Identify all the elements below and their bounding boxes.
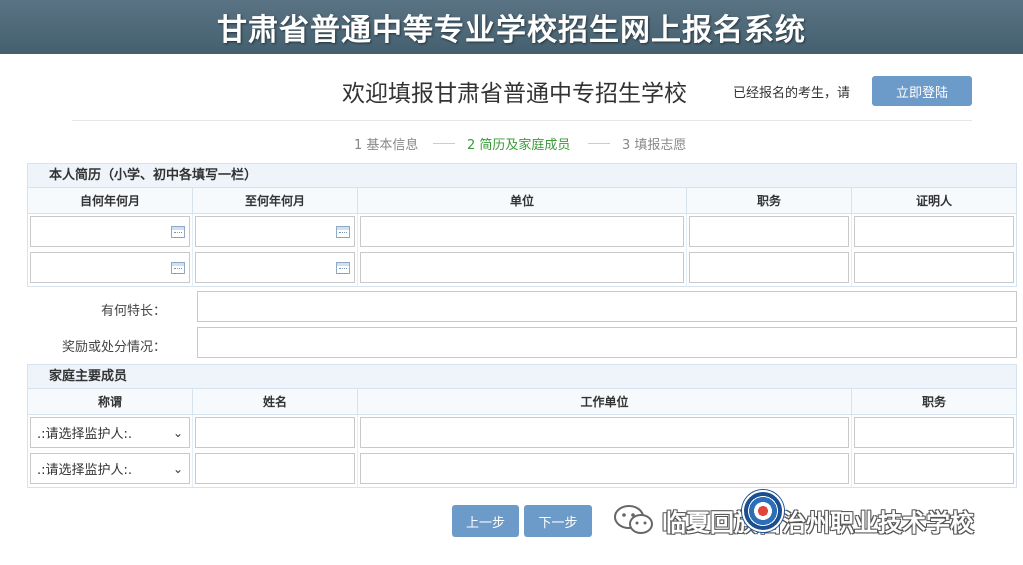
system-title: 甘肃省普通中等专业学校招生网上报名系统 <box>217 13 806 48</box>
to-date-input[interactable] <box>195 216 355 247</box>
awards-label: 奖励或处分情况： <box>61 340 166 355</box>
witness-input[interactable] <box>854 252 1014 283</box>
witness-input[interactable] <box>854 216 1014 247</box>
prev-step-button[interactable]: 上一步 <box>452 505 519 537</box>
relation-select-value: .:请选择监护人:. <box>37 463 133 478</box>
col-relation: 称谓 <box>28 389 193 414</box>
login-button[interactable]: 立即登陆 <box>872 76 972 106</box>
wechat-icon <box>612 503 656 537</box>
col-from-date: 自何年何月 <box>28 188 193 213</box>
family-header-row: 称谓 姓名 工作单位 职务 <box>28 389 1016 415</box>
col-witness: 证明人 <box>915 194 952 208</box>
position-input[interactable] <box>689 216 849 247</box>
position-input[interactable] <box>689 252 849 283</box>
calendar-icon[interactable] <box>171 226 185 238</box>
resume-header-row: 自何年何月 至何年何月 单位 职务 证明人 <box>28 188 1016 214</box>
family-position-input[interactable] <box>854 453 1014 484</box>
resume-row <box>28 250 1016 286</box>
specialty-input[interactable] <box>197 291 1017 322</box>
step-resume-family: 2 简历及家庭成员 <box>467 138 571 153</box>
specialty-label: 有何特长： <box>100 304 166 319</box>
step-separator <box>433 143 455 144</box>
school-seal-icon <box>742 490 784 532</box>
calendar-icon[interactable] <box>171 262 185 274</box>
from-date-input[interactable] <box>30 252 190 283</box>
workplace-input[interactable] <box>360 417 849 448</box>
organization-input[interactable] <box>360 216 684 247</box>
calendar-icon[interactable] <box>336 262 350 274</box>
chevron-down-icon: ⌄ <box>172 462 183 476</box>
organization-input[interactable] <box>360 252 684 283</box>
col-workplace: 工作单位 <box>358 389 852 414</box>
calendar-icon[interactable] <box>336 226 350 238</box>
step-basic-info: 1 基本信息 <box>354 138 419 153</box>
top-banner: 甘肃省普通中等专业学校招生网上报名系统 <box>0 0 1023 54</box>
family-row: .:请选择监护人:. ⌄ <box>28 451 1016 487</box>
col-position: 职务 <box>687 188 852 213</box>
workplace-input[interactable] <box>360 453 849 484</box>
family-panel: 家庭主要成员 称谓 姓名 工作单位 职务 .:请选择监护人:. ⌄ .:请选择监… <box>27 364 1017 488</box>
resume-row <box>28 214 1016 250</box>
header-divider <box>72 120 972 121</box>
watermark: 临夏回族自治州职业技术学校 <box>612 494 974 546</box>
family-name-input[interactable] <box>195 453 355 484</box>
step-indicator: 1 基本信息 2 简历及家庭成员 3 填报志愿 <box>0 134 1023 153</box>
relation-select[interactable]: .:请选择监护人:. ⌄ <box>30 417 190 448</box>
col-to-date: 至何年何月 <box>193 188 358 213</box>
resume-heading: 本人简历（小学、初中各填写一栏） <box>28 164 1016 188</box>
relation-select-value: .:请选择监护人:. <box>37 427 133 442</box>
family-name-input[interactable] <box>195 417 355 448</box>
family-row: .:请选择监护人:. ⌄ <box>28 415 1016 451</box>
col-organization: 单位 <box>358 188 687 213</box>
col-family-position: 职务 <box>921 395 946 409</box>
registered-note: 已经报名的考生，请 <box>733 86 851 101</box>
family-position-input[interactable] <box>854 417 1014 448</box>
next-step-button[interactable]: 下一步 <box>524 505 592 537</box>
watermark-text: 临夏回族自治州职业技术学校 <box>662 508 974 537</box>
from-date-input[interactable] <box>30 216 190 247</box>
resume-panel: 本人简历（小学、初中各填写一栏） 自何年何月 至何年何月 单位 职务 证明人 <box>27 163 1017 287</box>
step-separator <box>588 143 610 144</box>
to-date-input[interactable] <box>195 252 355 283</box>
family-heading: 家庭主要成员 <box>28 365 1016 389</box>
col-name: 姓名 <box>193 389 358 414</box>
welcome-heading: 欢迎填报甘肃省普通中专招生学校 <box>342 81 687 107</box>
chevron-down-icon: ⌄ <box>172 426 183 440</box>
relation-select[interactable]: .:请选择监护人:. ⌄ <box>30 453 190 484</box>
awards-input[interactable] <box>197 327 1017 358</box>
step-preferences: 3 填报志愿 <box>622 138 687 153</box>
